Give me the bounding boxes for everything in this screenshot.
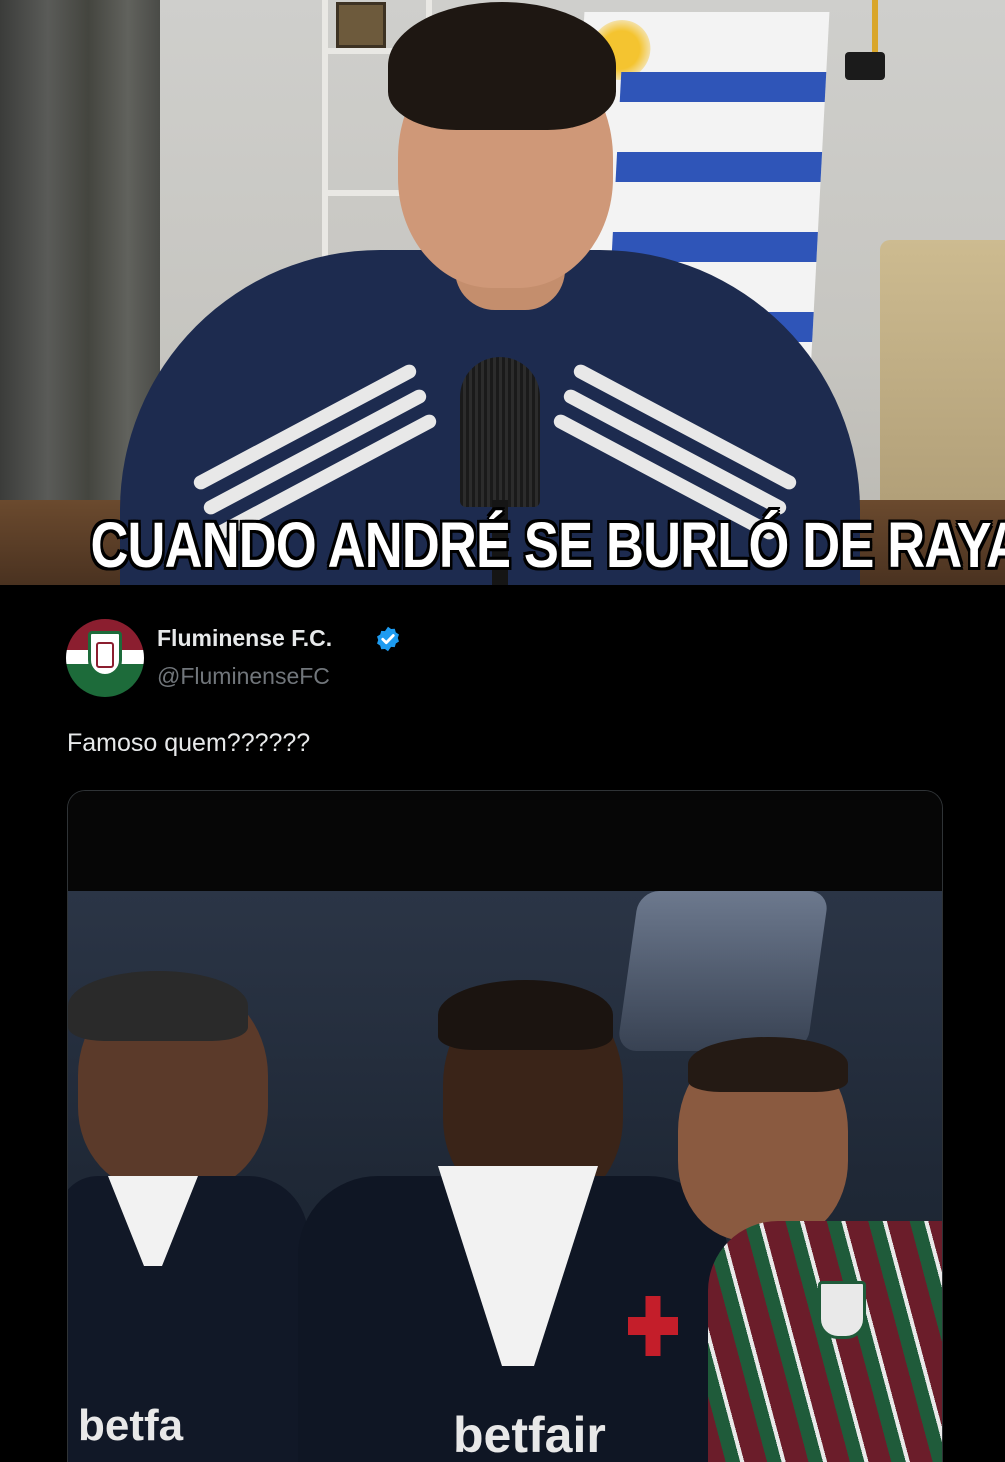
player-left: betfa <box>68 971 308 1462</box>
verified-badge-icon <box>377 626 399 652</box>
tweet-video[interactable]: betfa betfair <box>67 790 943 1462</box>
tweet-author-name[interactable]: Fluminense F.C. <box>157 625 332 652</box>
fluminense-avatar[interactable] <box>66 619 144 697</box>
sofa <box>880 240 1005 510</box>
camera-strap <box>872 0 878 60</box>
video-caption: CUANDO ANDRÉ SE BURLÓ DE RAYAN <box>90 509 1005 581</box>
player-center: betfair <box>298 980 728 1462</box>
microphone-icon <box>460 357 540 507</box>
webcam-feed: CUANDO ANDRÉ SE BURLÓ DE RAYAN <box>0 0 1005 585</box>
streamer-hair <box>388 2 616 130</box>
tweet-text: Famoso quem?????? <box>67 729 311 757</box>
video-letterbox <box>68 791 942 891</box>
photo-frame <box>336 2 386 48</box>
tweet-card: Fluminense F.C. @FluminenseFC Famoso que… <box>0 585 1005 1462</box>
fluminense-crest-icon <box>818 1281 866 1339</box>
player-right <box>668 1037 942 1462</box>
camera-icon <box>845 52 885 80</box>
jersey-sponsor-left: betfa <box>78 1401 184 1450</box>
video-frame[interactable]: betfa betfair <box>68 891 942 1462</box>
tweet-author-handle[interactable]: @FluminenseFC <box>157 663 330 690</box>
jersey-sponsor-center: betfair <box>453 1407 606 1462</box>
fluminense-crest-icon <box>88 631 122 677</box>
